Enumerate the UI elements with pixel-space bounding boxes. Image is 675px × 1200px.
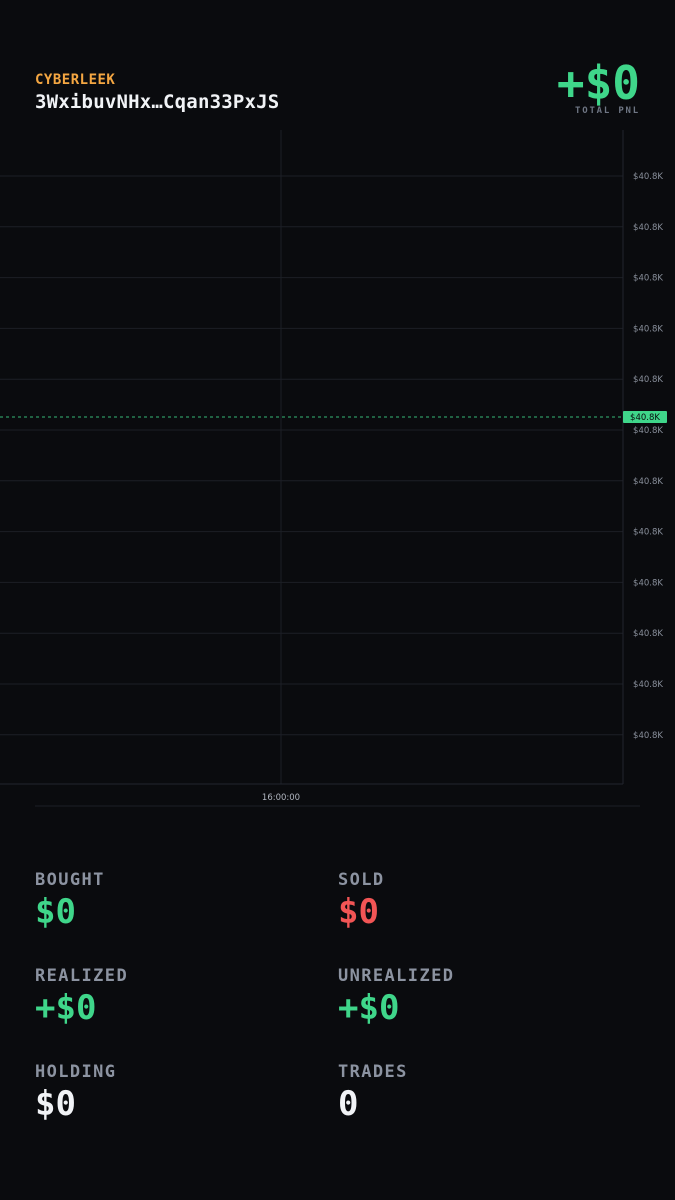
- price-line-group: $40.8K: [0, 411, 667, 423]
- y-tick-label: $40.8K: [633, 223, 663, 233]
- brand-name: CYBERLEEK: [35, 72, 116, 88]
- stat-holding: HOLDING $0: [35, 1062, 315, 1123]
- stat-realized-label: REALIZED: [35, 966, 129, 986]
- y-tick-label: $40.8K: [633, 274, 663, 284]
- stat-trades: TRADES 0: [338, 1062, 618, 1123]
- stat-bought-value: $0: [35, 892, 76, 932]
- stat-bought: BOUGHT $0: [35, 870, 315, 931]
- stat-realized: REALIZED +$0: [35, 966, 315, 1027]
- stat-unrealized: UNREALIZED +$0: [338, 966, 618, 1027]
- y-tick-label: $40.8K: [633, 528, 663, 538]
- stat-holding-value: $0: [35, 1084, 76, 1124]
- stat-holding-label: HOLDING: [35, 1062, 117, 1082]
- stat-sold-label: SOLD: [338, 870, 385, 890]
- y-tick-label: $40.8K: [633, 477, 663, 487]
- y-tick-label: $40.8K: [633, 324, 663, 334]
- stat-sold: SOLD $0: [338, 870, 618, 931]
- stat-sold-value: $0: [338, 892, 379, 932]
- y-tick-label: $40.8K: [633, 172, 663, 182]
- y-tick-label: $40.8K: [633, 426, 663, 436]
- chart-axes: [0, 130, 640, 807]
- total-pnl-value: +$0: [556, 56, 640, 110]
- price-chart-svg[interactable]: $40.8K $40.8K $40.8K $40.8K $40.8K $40.8K $40.…: [0, 130, 675, 810]
- y-tick-label: $40.8K: [633, 680, 663, 690]
- y-tick-label: $40.8K: [633, 375, 663, 385]
- current-price-label: $40.8K: [630, 413, 660, 423]
- wallet-address[interactable]: 3WxibuvNHx…Cqan33PxJS: [35, 91, 279, 113]
- stat-unrealized-value: +$0: [338, 988, 400, 1028]
- y-tick-label: $40.8K: [633, 578, 663, 588]
- stat-bought-label: BOUGHT: [35, 870, 105, 890]
- y-tick-label: $40.8K: [633, 629, 663, 639]
- total-pnl-label: TOTAL PNL: [575, 106, 640, 116]
- x-axis-labels: 16:00:00: [262, 793, 300, 803]
- stat-trades-value: 0: [338, 1084, 359, 1124]
- stat-unrealized-label: UNREALIZED: [338, 966, 455, 986]
- stat-trades-label: TRADES: [338, 1062, 408, 1082]
- stat-realized-value: +$0: [35, 988, 97, 1028]
- header: CYBERLEEK 3WxibuvNHx…Cqan33PxJS +$0 TOTA…: [35, 60, 640, 120]
- y-tick-label: $40.8K: [633, 731, 663, 741]
- horizontal-grid: [0, 175, 623, 736]
- y-axis-labels: $40.8K $40.8K $40.8K $40.8K $40.8K $40.8K $40.…: [633, 172, 663, 741]
- price-chart[interactable]: $40.8K $40.8K $40.8K $40.8K $40.8K $40.8K $40.…: [0, 130, 675, 810]
- x-tick-label: 16:00:00: [262, 793, 300, 803]
